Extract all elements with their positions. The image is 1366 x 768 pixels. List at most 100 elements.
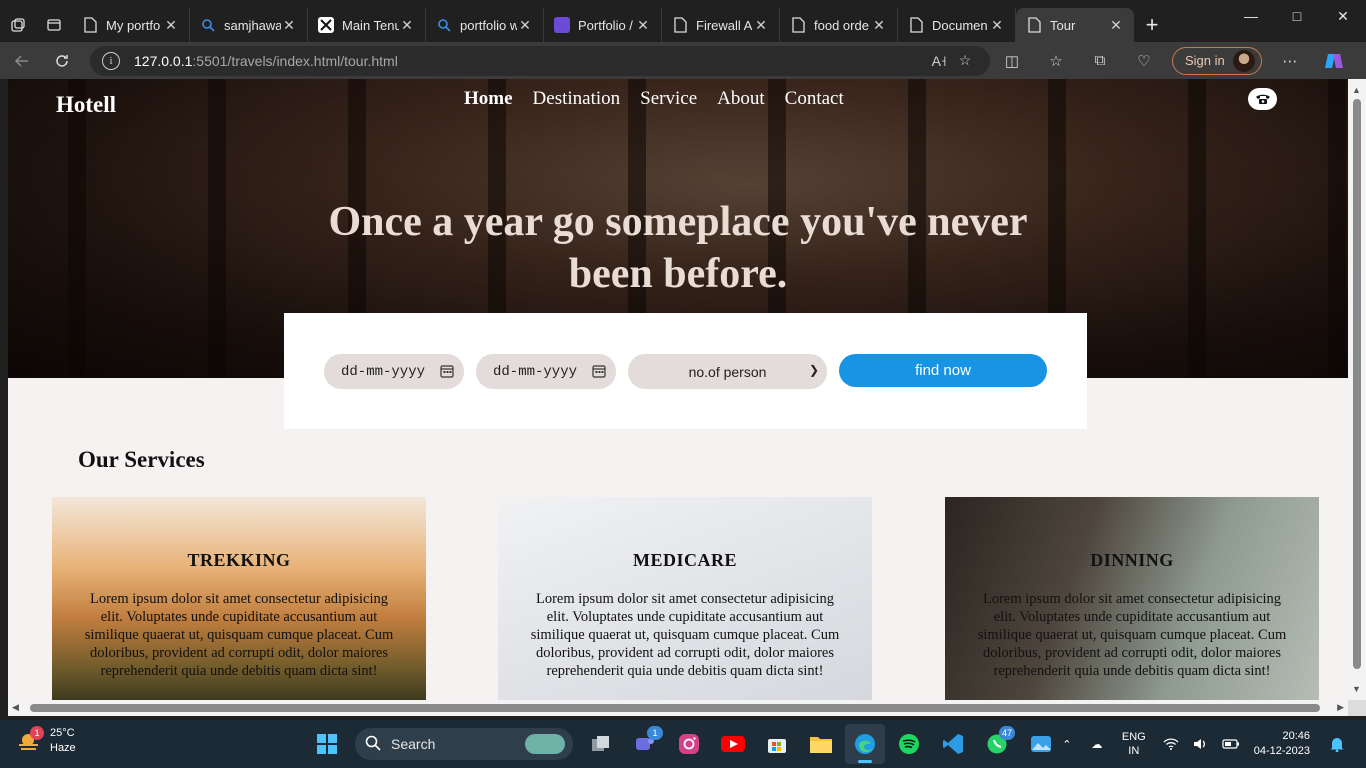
browser-toolbar: i 127.0.0.1:5501/travels/index.html/tour… [0, 42, 1366, 79]
clock[interactable]: 20:46 04-12-2023 [1254, 729, 1310, 759]
teams-badge: 1 [647, 726, 663, 740]
scroll-right-icon[interactable]: ▶ [1337, 702, 1344, 713]
read-aloud-icon[interactable]: A˧ [926, 48, 952, 74]
browser-tab[interactable]: food orde ✕ [780, 8, 898, 42]
colorlib-icon [554, 17, 570, 33]
close-tab-icon[interactable]: ✕ [517, 17, 533, 33]
page-icon [672, 17, 688, 33]
checkin-placeholder: dd-mm-yyyy [341, 363, 426, 380]
start-icon[interactable] [307, 724, 347, 764]
workspaces-icon[interactable] [0, 7, 36, 43]
tab-label: samjhawa [224, 17, 281, 33]
site-info-icon[interactable]: i [102, 51, 120, 70]
task-view-icon[interactable] [581, 724, 621, 764]
taskbar-search[interactable]: Search [355, 728, 573, 760]
back-icon[interactable] [4, 46, 40, 76]
browser-tab[interactable]: samjhawa ✕ [190, 8, 308, 42]
scrollbar-corner [1348, 700, 1366, 716]
nav-about[interactable]: About [717, 88, 765, 110]
browser-tab[interactable]: Tour ✕ [1016, 8, 1134, 42]
find-now-button[interactable]: find now [839, 354, 1047, 387]
vscode-icon[interactable] [933, 724, 973, 764]
checkout-date-input[interactable]: dd-mm-yyyy [476, 354, 616, 389]
window-edge [0, 79, 8, 716]
browser-tab[interactable]: Portfolio / ✕ [544, 8, 662, 42]
file-explorer-icon[interactable] [801, 724, 841, 764]
battery-icon[interactable] [1220, 733, 1242, 755]
scroll-up-icon[interactable]: ▲ [1352, 85, 1361, 95]
service-card-trekking[interactable]: TREKKING Lorem ipsum dolor sit amet cons… [52, 497, 426, 700]
browser-tab[interactable]: Main Tenu ✕ [308, 8, 426, 42]
refresh-icon[interactable] [44, 46, 80, 76]
browser-tab[interactable]: Documen ✕ [898, 8, 1016, 42]
show-hidden-icons-icon[interactable]: ⌃ [1056, 733, 1078, 755]
edge-icon[interactable] [845, 724, 885, 764]
weather-widget[interactable]: 1 25°C Haze [16, 726, 76, 756]
favorites-icon[interactable]: ☆ [1034, 46, 1078, 76]
brand-logo[interactable]: Hotell [56, 92, 116, 118]
close-tab-icon[interactable]: ✕ [989, 17, 1005, 33]
close-window-icon[interactable]: ✕ [1320, 0, 1366, 32]
browser-tab[interactable]: Firewall A ✕ [662, 8, 780, 42]
close-tab-icon[interactable]: ✕ [635, 17, 651, 33]
window-controls: — □ ✕ [1228, 0, 1366, 32]
store-icon[interactable] [757, 724, 797, 764]
nav-home[interactable]: Home [464, 88, 513, 110]
page-icon [790, 17, 806, 33]
close-tab-icon[interactable]: ✕ [281, 17, 297, 33]
close-tab-icon[interactable]: ✕ [163, 17, 179, 33]
persons-select[interactable]: no.of person ❯ [628, 354, 827, 389]
checkin-date-input[interactable]: dd-mm-yyyy [324, 354, 464, 389]
volume-icon[interactable] [1190, 733, 1212, 755]
tab-actions-icon[interactable] [36, 7, 72, 43]
address-bar[interactable]: i 127.0.0.1:5501/travels/index.html/tour… [90, 45, 990, 76]
url-host: 127.0.0.1 [134, 52, 193, 69]
scroll-thumb[interactable] [30, 704, 1320, 712]
spotify-icon[interactable] [889, 724, 929, 764]
whatsapp-badge: 47 [998, 726, 1015, 740]
close-tab-icon[interactable]: ✕ [871, 17, 887, 33]
services-heading: Our Services [78, 447, 205, 472]
more-menu-icon[interactable]: ⋯ [1268, 46, 1312, 76]
language-indicator[interactable]: ENG IN [1122, 730, 1146, 758]
service-title: DINNING [1090, 550, 1174, 570]
instagram-icon[interactable] [669, 724, 709, 764]
nav-destination[interactable]: Destination [533, 88, 621, 110]
active-indicator [858, 760, 872, 763]
close-tab-icon[interactable]: ✕ [753, 17, 769, 33]
copilot-icon[interactable] [1312, 46, 1356, 76]
calendar-icon[interactable] [440, 364, 454, 383]
minimize-icon[interactable]: — [1228, 0, 1274, 32]
scroll-left-icon[interactable]: ◀ [12, 702, 19, 713]
vertical-scrollbar[interactable]: ▲ ▼ [1348, 79, 1366, 700]
scroll-down-icon[interactable]: ▼ [1352, 684, 1361, 694]
horizontal-scrollbar[interactable]: ◀ ▶ [8, 700, 1348, 716]
nav-service[interactable]: Service [640, 88, 697, 110]
teams-icon[interactable]: 1 [625, 724, 665, 764]
browser-tab[interactable]: portfolio w ✕ [426, 8, 544, 42]
scroll-thumb[interactable] [1353, 99, 1361, 669]
maximize-icon[interactable]: □ [1274, 0, 1320, 32]
new-tab-button[interactable]: + [1134, 8, 1170, 42]
service-card-medicare[interactable]: MEDICARE Lorem ipsum dolor sit amet cons… [498, 497, 872, 700]
notification-bell-icon[interactable] [1326, 733, 1348, 755]
nav-contact[interactable]: Contact [785, 88, 844, 110]
split-screen-icon[interactable]: ◫ [990, 46, 1034, 76]
music-app-icon [318, 17, 334, 33]
close-tab-icon[interactable]: ✕ [1108, 17, 1124, 33]
youtube-icon[interactable] [713, 724, 753, 764]
wifi-icon[interactable] [1160, 733, 1182, 755]
onedrive-icon[interactable]: ☁ [1086, 733, 1108, 755]
favorite-star-icon[interactable]: ☆ [952, 48, 978, 74]
browser-tab-strip: My portfo ✕ samjhawa ✕ Main Tenu ✕ portfolio w… [0, 0, 1366, 45]
tab-label: Portfolio / [578, 17, 633, 33]
browser-tab[interactable]: My portfo ✕ [72, 8, 190, 42]
service-card-dinning[interactable]: DINNING Lorem ipsum dolor sit amet conse… [945, 497, 1319, 700]
close-tab-icon[interactable]: ✕ [399, 17, 415, 33]
phone-icon[interactable] [1248, 88, 1277, 110]
browser-essentials-icon[interactable]: ♡ [1122, 46, 1166, 76]
calendar-icon[interactable] [592, 364, 606, 383]
whatsapp-icon[interactable]: 47 [977, 724, 1017, 764]
collections-icon[interactable]: ⧉ [1078, 46, 1122, 76]
sign-in-button[interactable]: Sign in [1172, 46, 1262, 75]
